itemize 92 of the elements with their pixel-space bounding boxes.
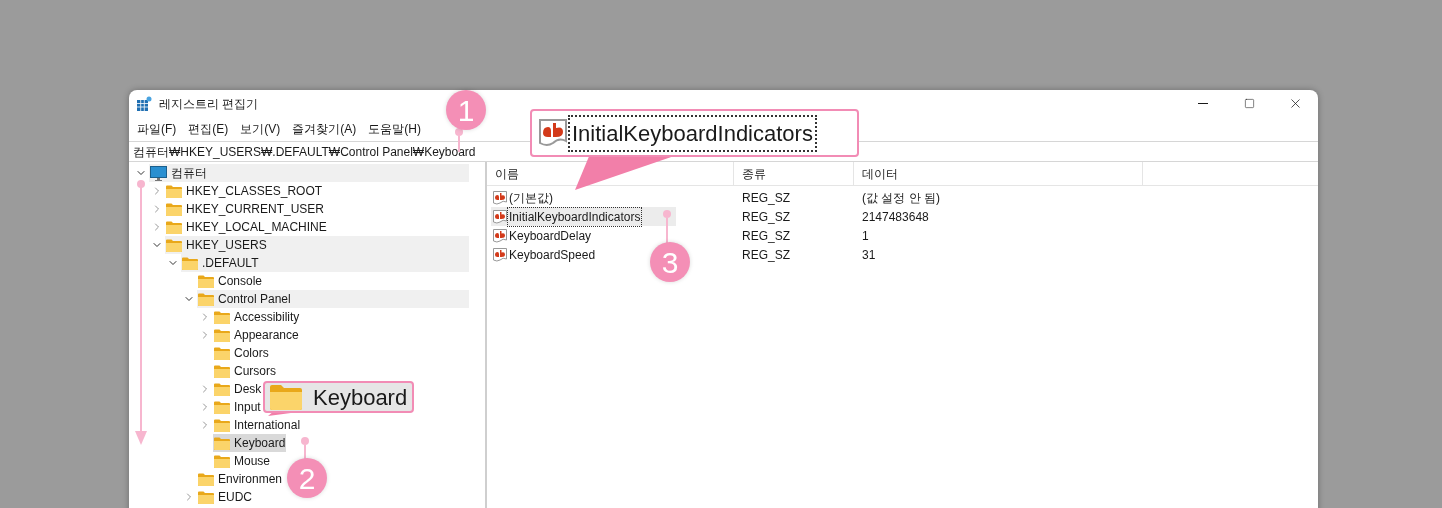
folder-icon — [198, 274, 214, 288]
tree-label: 컴퓨터 — [171, 165, 207, 182]
value-data: 31 — [861, 246, 876, 264]
value-name: (기본값) — [508, 189, 554, 207]
value-type: REG_SZ — [741, 227, 791, 245]
maximize-icon — [1243, 98, 1255, 109]
value-data: 2147483648 — [861, 208, 929, 226]
value-name-cell[interactable]: KeyboardDelay — [491, 226, 593, 245]
folder-icon — [214, 328, 230, 342]
tree-label: Colors — [234, 345, 269, 362]
column-header[interactable]: 종류 — [734, 162, 854, 185]
folder-icon — [214, 454, 230, 468]
folder-icon — [214, 436, 230, 450]
folder-icon — [198, 472, 214, 486]
tree-item[interactable]: 컴퓨터 — [149, 164, 469, 182]
tree-item[interactable]: Input — [213, 398, 262, 416]
tree-item[interactable]: Mouse — [213, 452, 272, 470]
tree-label: HKEY_LOCAL_MACHINE — [186, 219, 327, 236]
tree-item[interactable]: HKEY_CURRENT_USER — [165, 200, 326, 218]
tree-label: Cursors — [234, 363, 276, 380]
magnified-text: Keyboard — [313, 383, 408, 412]
folder-icon — [214, 364, 230, 378]
folder-icon — [214, 382, 230, 396]
value-name-cell[interactable]: (기본값) — [491, 188, 554, 207]
tree-label: Appearance — [234, 327, 299, 344]
folder-icon — [214, 346, 230, 360]
string-value-icon — [493, 190, 507, 205]
menu-item[interactable]: 보기(V) — [234, 120, 287, 138]
folder-icon — [269, 384, 303, 410]
folder-icon — [198, 490, 214, 504]
value-type: REG_SZ — [741, 246, 791, 264]
tree-item[interactable]: Accessibility — [213, 308, 301, 326]
folder-icon — [166, 202, 182, 216]
menu-item[interactable]: 즐겨찾기(A) — [286, 120, 363, 138]
tree-item[interactable]: .DEFAULT — [181, 254, 469, 272]
folder-icon — [166, 238, 182, 252]
string-value-icon — [493, 247, 507, 262]
tree-item[interactable]: Console — [197, 272, 264, 290]
tree-label: Input — [234, 399, 261, 416]
tree-label: HKEY_USERS — [186, 237, 267, 254]
tree-label: Console — [218, 273, 263, 290]
folder-icon — [214, 400, 230, 414]
string-value-icon — [493, 209, 507, 224]
tree-item[interactable]: HKEY_LOCAL_MACHINE — [165, 218, 328, 236]
value-name: KeyboardDelay — [508, 227, 593, 245]
tree-item[interactable]: Appearance — [213, 326, 300, 344]
pointer-stem — [663, 210, 671, 244]
menu-item[interactable]: 파일(F) — [131, 120, 183, 138]
tree-label: HKEY_CURRENT_USER — [186, 201, 325, 218]
column-header[interactable]: 데이터 — [854, 162, 1143, 185]
folder-icon — [166, 220, 182, 234]
folder-icon — [166, 184, 182, 198]
tree-item[interactable]: HKEY_USERS — [165, 236, 469, 254]
window-title: 레지스트리 편집기 — [159, 95, 259, 113]
tree-item[interactable]: Environmen — [197, 470, 284, 488]
string-value-icon — [493, 228, 507, 243]
tree-label: International — [234, 417, 301, 434]
tree-label: Accessibility — [234, 309, 300, 326]
tree-label: Keyboard — [234, 435, 286, 452]
minimize-icon — [1198, 103, 1208, 104]
tree-item[interactable]: Cursors — [213, 362, 277, 380]
tree-label: Environmen — [218, 471, 283, 488]
folder-icon — [214, 310, 230, 324]
value-data: 1 — [861, 227, 869, 245]
value-data: (값 설정 안 됨) — [861, 189, 940, 207]
tree-item[interactable]: HKEY_CLASSES_ROOT — [165, 182, 324, 200]
string-value-icon — [539, 119, 567, 147]
folder-icon — [198, 292, 214, 306]
value-name: KeyboardSpeed — [508, 246, 597, 264]
tree-item[interactable]: Desk — [213, 380, 263, 398]
folder-icon — [182, 256, 198, 270]
tree-label: EUDC — [218, 489, 252, 506]
value-name-cell[interactable]: InitialKeyboardIndicators — [491, 207, 676, 226]
tree-label: Desk — [234, 381, 262, 398]
tree-item[interactable]: Control Panel — [197, 290, 469, 308]
value-type: REG_SZ — [741, 189, 791, 207]
value-type: REG_SZ — [741, 208, 791, 226]
tree-item[interactable]: EUDC — [197, 488, 253, 506]
tree-label: .DEFAULT — [202, 255, 259, 272]
tree-label: Control Panel — [218, 291, 291, 308]
tree-label: Mouse — [234, 453, 271, 470]
tree-item[interactable]: International — [213, 416, 302, 434]
computer-icon — [150, 165, 167, 181]
tree-item[interactable]: Colors — [213, 344, 270, 362]
menu-item[interactable]: 도움말(H) — [362, 120, 427, 138]
value-name: InitialKeyboardIndicators — [508, 207, 642, 226]
registry-icon — [137, 96, 152, 111]
folder-icon — [214, 418, 230, 432]
tree-label: HKEY_CLASSES_ROOT — [186, 183, 323, 200]
value-name-cell[interactable]: KeyboardSpeed — [491, 245, 597, 264]
tree-item[interactable]: Keyboard — [213, 434, 287, 452]
menu-item[interactable]: 편집(E) — [182, 120, 235, 138]
